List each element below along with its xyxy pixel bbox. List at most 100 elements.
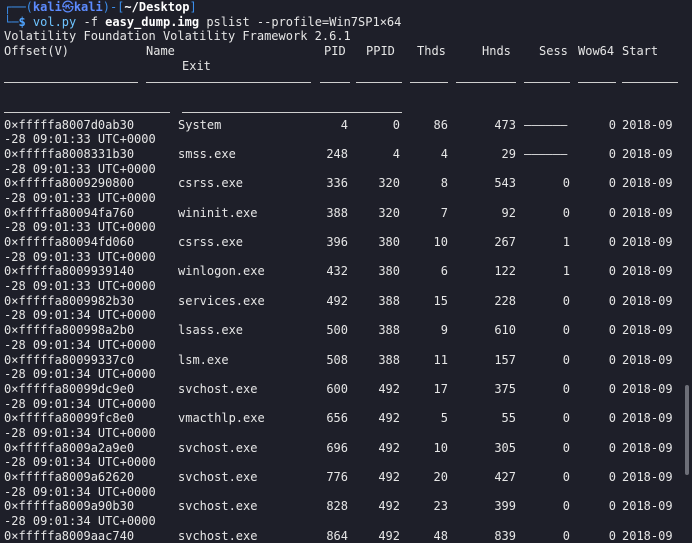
cell-thds: 7 (440, 205, 448, 220)
cell-sess: 1 (562, 235, 570, 249)
prompt-corner: ┌──( (4, 0, 33, 14)
cell-offset: 0×fffffa8009a62620 (4, 470, 135, 484)
cell-thds: 23 (433, 499, 448, 514)
cell-offset: 0×fffffa8009a90b30 (4, 499, 135, 514)
cell-sess: 0 (562, 323, 570, 338)
cell-pid: 656 (326, 411, 348, 426)
table-row-continuation: -28 09:01:34 UTC+0000 (4, 425, 156, 440)
cell-thds: 9 (440, 323, 448, 338)
cell-name: svchost.exe (178, 440, 258, 455)
table-row: 0×fffffa8009a62620 svchost.exe 776 492 20 427… (4, 470, 680, 485)
cell-hnds: 55 (501, 411, 516, 426)
underline-exit (182, 111, 402, 113)
table-row: 0×fffffa8009982b30 services.exe 492 388 15 22… (4, 294, 680, 309)
table-row: 0×fffffa8009290800 csrss.exe 336 320 8 543 0 0 2… (4, 176, 680, 191)
cell-ppid: 388 (378, 352, 400, 367)
cell-offset: 0×fffffa80099337c0 (4, 352, 135, 367)
table-row: 0×fffffa8009aac740 svchost.exe 864 492 48 839… (4, 529, 680, 543)
header-underline-2 (4, 103, 680, 118)
underline-sess (524, 82, 570, 84)
terminal-output[interactable]: ┌──(kali㉿kali)-[~/Desktop] └─$ vol.py -f… (0, 0, 680, 543)
table-row-continuation: -28 09:01:34 UTC+0000 (4, 514, 156, 529)
cell-offset: 0×fffffa80094fd060 (4, 235, 135, 249)
prompt-close: ] (189, 0, 197, 14)
cell-ppid: 492 (378, 528, 400, 543)
cell-wow64: 0 (608, 146, 616, 161)
cell-thds: 10 (433, 235, 448, 249)
cell-ppid: 320 (378, 205, 400, 220)
cell-sess: 0 (562, 411, 570, 426)
cell-name: csrss.exe (178, 176, 244, 191)
scrollbar-thumb[interactable] (685, 385, 689, 475)
table-row: 0×fffffa80099fc8e0 vmacthlp.exe 656 492 5 55 0… (4, 411, 680, 426)
cell-thds: 17 (433, 381, 448, 396)
cell-wow64: 0 (608, 235, 616, 249)
cell-offset: 0×fffffa800998a2b0 (4, 323, 135, 338)
cell-pid: 248 (326, 146, 348, 161)
table-row-continuation: -28 09:01:33 UTC+0000 (4, 132, 156, 147)
cell-hnds: 375 (494, 381, 516, 396)
header-ppid: PPID (366, 44, 395, 59)
header-hnds: Hnds (482, 44, 511, 59)
table-row-continuation: -28 09:01:34 UTC+0000 (4, 484, 156, 499)
cell-name: svchost.exe (178, 499, 258, 514)
cell-offset: 0×fffffa8009939140 (4, 264, 135, 279)
cell-start: 2018-09 (622, 352, 673, 367)
header-exit: Exit (182, 58, 211, 73)
table-row: 0×fffffa800998a2b0 lsass.exe 500 388 9 610 0 0 2… (4, 323, 680, 338)
cell-ppid: 492 (378, 470, 400, 484)
cell-wow64: 0 (608, 205, 616, 220)
underline-start (622, 82, 678, 84)
cell-name: svchost.exe (178, 528, 258, 543)
cell-name: vmacthlp.exe (178, 411, 265, 426)
table-row-continuation: -28 09:01:33 UTC+0000 (4, 190, 156, 205)
table-row: 0×fffffa80094fd060 csrss.exe 396 380 10 267 0 1… (4, 235, 680, 250)
cell-wow64: 0 (608, 381, 616, 396)
cell-start: 2018-09 (622, 381, 673, 396)
table-row-continuation: -28 09:01:34 UTC+0000 (4, 337, 156, 352)
cell-sess: 0 (562, 440, 570, 455)
cell-pid: 388 (326, 205, 348, 220)
header-wow64: Wow64 (578, 44, 615, 59)
cell-thds: 48 (433, 528, 448, 543)
cell-name: winlogon.exe (178, 264, 265, 279)
table-row-continuation: -28 09:01:34 UTC+0000 (4, 455, 156, 470)
cell-sess: 0 (562, 352, 570, 367)
table-row: 0×fffffa80094fa760 wininit.exe 388 320 7 92 0 0… (4, 206, 680, 221)
command-line[interactable]: └─$ vol.py -f easy_dump.img pslist --pro… (4, 15, 680, 30)
cell-ppid: 0 (392, 117, 400, 132)
cell-start: 2018-09 (622, 411, 673, 426)
header-pid: PID (324, 44, 346, 59)
table-row: 0×fffffa8009a90b30 svchost.exe 828 492 23 399… (4, 499, 680, 514)
cell-start: 2018-09 (622, 264, 673, 279)
banner: Volatility Foundation Volatility Framewo… (4, 29, 351, 44)
cell-ppid: 380 (378, 235, 400, 249)
table-row-continuation: -28 09:01:33 UTC+0000 (4, 249, 156, 264)
cell-wow64: 0 (608, 470, 616, 484)
cell-thds: 15 (433, 293, 448, 308)
cell-ppid: 388 (378, 293, 400, 308)
table-row: 0×fffffa80099337c0 lsm.exe 508 388 11 157 0 0 20… (4, 353, 680, 368)
scroll-track[interactable] (682, 0, 692, 543)
cell-sess: 0 (562, 381, 570, 396)
underline-hnds (456, 82, 516, 84)
cell-hnds: 543 (494, 176, 516, 191)
underline-name (146, 82, 311, 84)
command-flag: -f (76, 14, 106, 29)
cell-sess: 0 (562, 499, 570, 514)
cell-pid: 696 (326, 440, 348, 455)
cell-hnds: 228 (494, 293, 516, 308)
cell-offset: 0×fffffa80099dc9e0 (4, 381, 135, 396)
prompt-corner-bottom: └─ (4, 14, 19, 29)
command-profile: --profile=Win7SP1×64 (256, 14, 402, 29)
table-row: 0×fffffa8009a2a9e0 svchost.exe 696 492 10 305… (4, 441, 680, 456)
cell-start: 2018-09 (622, 205, 673, 220)
cell-thds: 10 (433, 440, 448, 455)
table-row-continuation: -28 09:01:33 UTC+0000 (4, 161, 156, 176)
cell-pid: 500 (326, 323, 348, 338)
prompt-user: kali (32, 0, 62, 14)
cell-hnds: 267 (494, 235, 516, 249)
table-row: 0×fffffa80099dc9e0 svchost.exe 600 492 17 375… (4, 382, 680, 397)
header-sess: Sess (539, 44, 568, 59)
cell-start: 2018-09 (622, 470, 673, 484)
